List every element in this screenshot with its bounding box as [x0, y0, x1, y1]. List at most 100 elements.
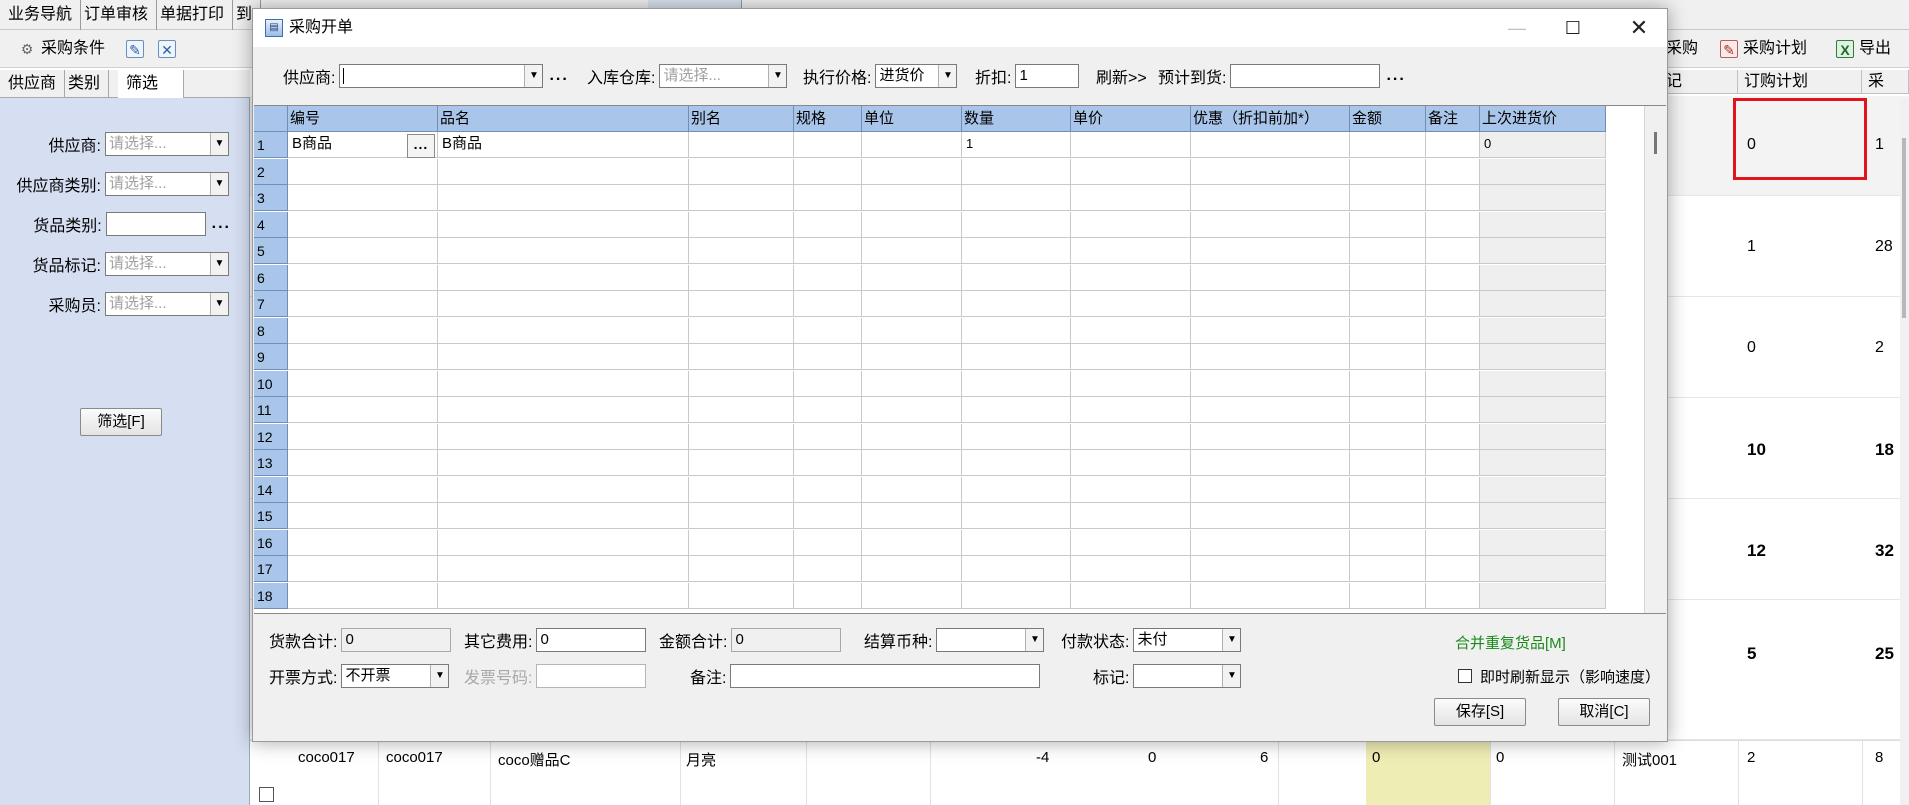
grid-cell[interactable] — [1350, 556, 1426, 582]
grid-cell[interactable] — [794, 529, 862, 556]
invoice-no-input[interactable] — [536, 664, 647, 688]
grid-cell[interactable] — [1426, 132, 1480, 158]
filter-goods-mark-select[interactable]: 请选择... ▼ — [105, 252, 229, 276]
table-row[interactable]: coco017 coco017 coco赠品C 月亮 -4 0 6 0 0 测试… — [250, 740, 1909, 805]
grid-cell[interactable] — [794, 185, 862, 211]
grid-cell[interactable] — [1071, 556, 1191, 582]
grid-cell[interactable] — [1350, 158, 1426, 185]
grid-cell[interactable] — [689, 264, 794, 291]
close-icon[interactable]: ✕ — [1611, 9, 1667, 47]
filter-buyer-select[interactable]: 请选择... ▼ — [105, 292, 229, 316]
grid-cell[interactable] — [1350, 370, 1426, 397]
col-last-purchase-price[interactable]: 上次进货价 — [1480, 106, 1606, 132]
filter-goods-category-input[interactable] — [105, 212, 206, 236]
tab-filter[interactable]: 筛选 — [118, 70, 184, 98]
grid-cell[interactable] — [862, 582, 962, 609]
row-header[interactable]: 11 — [254, 397, 288, 423]
grid-cell[interactable] — [794, 397, 862, 423]
edit-icon-button[interactable]: ✎ — [126, 36, 144, 62]
grid-cell[interactable] — [689, 423, 794, 450]
col-unit-price[interactable]: 单价 — [1071, 106, 1191, 132]
grid-cell[interactable] — [1191, 529, 1350, 556]
col-unit[interactable]: 单位 — [862, 106, 962, 132]
merge-duplicate-goods-link[interactable]: 合并重复货品[M] — [1455, 632, 1566, 653]
grid-cell[interactable] — [1426, 556, 1480, 582]
grid-cell[interactable] — [1191, 397, 1350, 423]
grid-cell[interactable] — [862, 211, 962, 238]
grid-cell[interactable] — [689, 503, 794, 529]
grid-cell[interactable] — [438, 158, 689, 185]
tab-business-nav[interactable]: 业务导航 — [0, 0, 82, 30]
grid-cell[interactable] — [962, 397, 1071, 423]
grid-cell[interactable] — [288, 211, 438, 238]
grid-cell[interactable] — [438, 423, 689, 450]
mark-select[interactable]: ▼ — [1133, 664, 1242, 688]
row-header[interactable]: 3 — [254, 185, 288, 211]
grid-cell[interactable] — [1071, 158, 1191, 185]
grid-cell[interactable] — [438, 503, 689, 529]
grid-cell[interactable] — [1426, 582, 1480, 609]
tab-doc-print[interactable]: 单据打印 — [152, 0, 234, 30]
grid-cell[interactable] — [1071, 370, 1191, 397]
grid-cell[interactable] — [1191, 291, 1350, 317]
col-discount[interactable]: 优惠（折扣前加*） — [1191, 106, 1350, 132]
grid-cell[interactable] — [1191, 370, 1350, 397]
grid-cell[interactable] — [1350, 317, 1426, 344]
row-header[interactable]: 9 — [254, 344, 288, 370]
supplier-more-dots-icon[interactable]: ... — [549, 67, 568, 85]
grid-cell[interactable] — [1350, 291, 1426, 317]
grid-cell[interactable] — [1071, 238, 1191, 264]
col-remark[interactable]: 备注 — [1426, 106, 1480, 132]
grid-cell[interactable] — [288, 158, 438, 185]
grid-cell[interactable] — [1350, 211, 1426, 238]
delete-icon-button[interactable]: ✕ — [158, 36, 176, 62]
grid-cell[interactable] — [794, 291, 862, 317]
grid-cell[interactable] — [288, 370, 438, 397]
row-header[interactable]: 17 — [254, 556, 288, 582]
grid-cell[interactable] — [438, 211, 689, 238]
grid-cell[interactable] — [1071, 132, 1191, 158]
refresh-link[interactable]: 刷新>> — [1096, 64, 1151, 88]
grid-cell[interactable] — [862, 291, 962, 317]
purchase-condition-button[interactable]: ⚙ 采购条件 — [18, 36, 105, 62]
grid-cell[interactable] — [689, 529, 794, 556]
grid-cell[interactable] — [1071, 397, 1191, 423]
col-amount[interactable]: 金额 — [1350, 106, 1426, 132]
filter-button[interactable]: 筛选[F] — [80, 408, 162, 436]
grid-cell[interactable] — [962, 158, 1071, 185]
grid-cell[interactable] — [862, 503, 962, 529]
tab-supplier[interactable]: 供应商 — [0, 70, 66, 98]
grid-cell[interactable] — [962, 211, 1071, 238]
grid-cell[interactable] — [1426, 158, 1480, 185]
grid-cell[interactable] — [288, 582, 438, 609]
grid-cell[interactable] — [689, 291, 794, 317]
grid-cell[interactable] — [1426, 211, 1480, 238]
grid-cell[interactable] — [689, 582, 794, 609]
grid-cell[interactable] — [288, 529, 438, 556]
grid-cell[interactable] — [1191, 158, 1350, 185]
grid-cell[interactable] — [288, 185, 438, 211]
grid-cell[interactable] — [1191, 503, 1350, 529]
grid-cell[interactable] — [1350, 185, 1426, 211]
col-name[interactable]: 品名 — [438, 106, 689, 132]
grid-cell[interactable] — [794, 344, 862, 370]
grid-cell[interactable] — [1426, 238, 1480, 264]
cell-qty[interactable]: 1 — [964, 133, 1070, 159]
bg-col-order-plan[interactable]: 订购计划 — [1738, 70, 1862, 94]
grid-cell[interactable] — [1191, 238, 1350, 264]
grid-cell[interactable] — [1191, 132, 1350, 158]
grid-cell[interactable] — [1426, 529, 1480, 556]
grid-cell[interactable] — [862, 423, 962, 450]
grid-cell[interactable] — [1191, 582, 1350, 609]
grid-cell[interactable] — [1071, 264, 1191, 291]
grid-cell[interactable] — [862, 476, 962, 503]
grid-cell[interactable] — [288, 291, 438, 317]
grid-cell[interactable] — [862, 317, 962, 344]
grid-cell[interactable] — [1071, 582, 1191, 609]
grid-cell[interactable] — [1426, 370, 1480, 397]
grid-cell[interactable] — [288, 476, 438, 503]
grid-cell[interactable] — [962, 556, 1071, 582]
grid-cell[interactable] — [438, 476, 689, 503]
cancel-button[interactable]: 取消[C] — [1558, 698, 1650, 726]
grid-cell[interactable] — [438, 344, 689, 370]
